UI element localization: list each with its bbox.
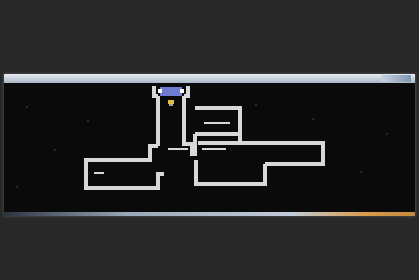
game-window [4, 74, 415, 216]
dungeon-map[interactable] [8, 86, 411, 212]
window-controls[interactable] [381, 75, 411, 82]
dungeon-map-canvas [16, 86, 388, 190]
background-noise [16, 104, 388, 188]
window-title-bar [4, 74, 415, 83]
map-walls [84, 86, 325, 190]
player-icon [168, 100, 174, 106]
photo-frame [0, 0, 419, 280]
stairs-icon [158, 87, 184, 96]
map-details [94, 122, 230, 174]
status-bar [4, 212, 415, 216]
